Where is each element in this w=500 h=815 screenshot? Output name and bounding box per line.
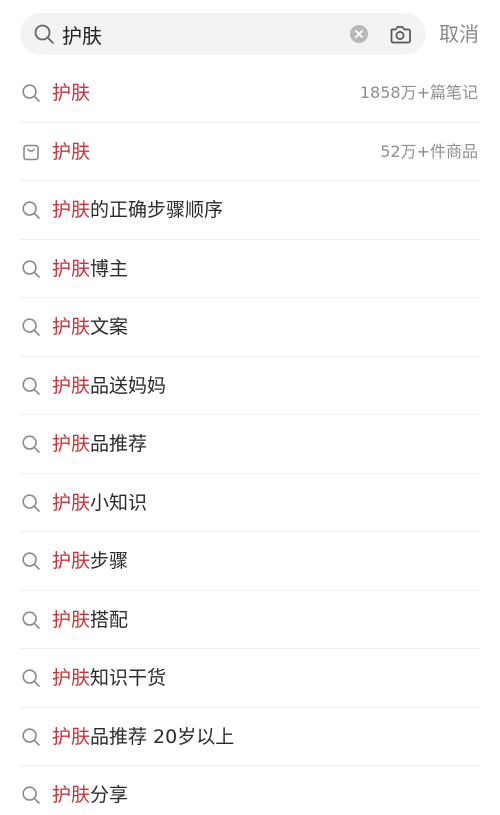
suggestion-item[interactable]: 护肤分享 bbox=[0, 766, 500, 815]
suggestion-item[interactable]: 护肤品送妈妈 bbox=[0, 357, 500, 415]
search-icon bbox=[22, 552, 40, 570]
search-icon bbox=[22, 610, 40, 629]
highlighted-keyword: 护肤 bbox=[52, 316, 91, 338]
suggestion-label: 护肤 bbox=[52, 136, 90, 168]
suggestion-item[interactable]: 护肤 1858万+篇笔记 bbox=[0, 64, 500, 123]
suggestion-label: 护肤的正确步骤顺序 bbox=[52, 194, 223, 226]
shopping-bag-icon bbox=[23, 144, 39, 160]
search-icon bbox=[22, 84, 40, 102]
search-icon bbox=[22, 376, 40, 395]
suggestion-completion: 博主 bbox=[90, 257, 129, 280]
suggestion-label: 护肤小知识 bbox=[52, 487, 147, 519]
suggestion-item[interactable]: 护肤品推荐 20岁以上 bbox=[0, 708, 500, 766]
search-suggestions-page: 取消 护肤1858万+篇笔记护肤52万+件商品护肤的正确步骤顺序护肤博主护肤文案… bbox=[0, 0, 500, 815]
suggestion-item[interactable]: 护肤步骤 bbox=[0, 532, 500, 591]
clear-search-button[interactable] bbox=[350, 25, 368, 43]
highlighted-keyword: 护肤 bbox=[52, 82, 91, 104]
cancel-button[interactable]: 取消 bbox=[437, 19, 481, 49]
suggestion-item[interactable]: 护肤知识干货 bbox=[0, 649, 500, 708]
search-icon bbox=[34, 24, 54, 44]
suggestion-label: 护肤步骤 bbox=[52, 545, 128, 577]
camera-icon[interactable] bbox=[388, 22, 412, 46]
suggestion-label: 护肤分享 bbox=[52, 779, 128, 811]
suggestion-label: 护肤品推荐 bbox=[52, 428, 147, 460]
suggestion-completion: 的正确步骤顺序 bbox=[90, 199, 224, 221]
suggestion-item[interactable]: 护肤搭配 bbox=[0, 591, 500, 649]
result-count: 52万+件商品 bbox=[380, 141, 478, 161]
suggestion-label: 护肤品送妈妈 bbox=[52, 370, 166, 402]
search-icon bbox=[22, 435, 40, 453]
highlighted-keyword: 护肤 bbox=[52, 257, 91, 280]
suggestion-item[interactable]: 护肤品推荐 bbox=[0, 415, 500, 474]
suggestion-completion: 品送妈妈 bbox=[90, 374, 167, 397]
suggestion-label: 护肤 bbox=[52, 77, 90, 109]
search-icon bbox=[22, 786, 40, 804]
result-count: 1858万+篇笔记 bbox=[359, 83, 478, 102]
suggestion-completion: 小知识 bbox=[90, 491, 148, 514]
suggestion-completion: 步骤 bbox=[90, 550, 129, 572]
highlighted-keyword: 护肤 bbox=[52, 550, 91, 572]
highlighted-keyword: 护肤 bbox=[52, 491, 91, 514]
search-bar[interactable] bbox=[20, 13, 426, 55]
suggestion-completion: 知识干货 bbox=[90, 667, 167, 689]
suggestion-item[interactable]: 护肤文案 bbox=[0, 298, 500, 357]
highlighted-keyword: 护肤 bbox=[52, 199, 91, 221]
highlighted-keyword: 护肤 bbox=[52, 667, 91, 689]
highlighted-keyword: 护肤 bbox=[52, 374, 91, 397]
search-icon bbox=[22, 318, 40, 336]
suggestion-label: 护肤文案 bbox=[52, 311, 128, 343]
suggestion-completion: 文案 bbox=[90, 316, 129, 338]
suggestion-label: 护肤品推荐 20岁以上 bbox=[52, 721, 234, 753]
search-input[interactable] bbox=[62, 18, 342, 50]
suggestion-item[interactable]: 护肤的正确步骤顺序 bbox=[0, 181, 500, 240]
search-icon bbox=[22, 493, 40, 512]
highlighted-keyword: 护肤 bbox=[52, 433, 91, 455]
highlighted-keyword: 护肤 bbox=[52, 140, 91, 163]
search-icon bbox=[22, 201, 40, 219]
suggestion-completion: 品推荐 bbox=[90, 433, 148, 455]
search-icon bbox=[22, 727, 40, 746]
suggestion-completion: 分享 bbox=[90, 784, 129, 806]
highlighted-keyword: 护肤 bbox=[52, 608, 91, 631]
clear-icon bbox=[355, 30, 363, 38]
suggestion-item[interactable]: 护肤小知识 bbox=[0, 474, 500, 532]
suggestion-label: 护肤知识干货 bbox=[52, 662, 166, 694]
suggestion-label: 护肤博主 bbox=[52, 253, 128, 285]
search-header: 取消 bbox=[0, 0, 500, 66]
suggestion-item[interactable]: 护肤 52万+件商品 bbox=[0, 123, 500, 181]
suggestion-item[interactable]: 护肤博主 bbox=[0, 240, 500, 298]
suggestion-list: 护肤 1858万+篇笔记 护肤 52万+件商品 护肤的正确步骤顺序 护肤博主 护肤文案 护肤品… bbox=[0, 64, 500, 815]
suggestion-completion: 品推荐 20岁以上 bbox=[90, 725, 235, 748]
suggestion-completion: 搭配 bbox=[90, 608, 129, 631]
suggestion-label: 护肤搭配 bbox=[52, 604, 128, 636]
highlighted-keyword: 护肤 bbox=[52, 725, 91, 748]
search-icon bbox=[22, 669, 40, 687]
search-icon bbox=[22, 259, 40, 278]
highlighted-keyword: 护肤 bbox=[52, 784, 91, 806]
